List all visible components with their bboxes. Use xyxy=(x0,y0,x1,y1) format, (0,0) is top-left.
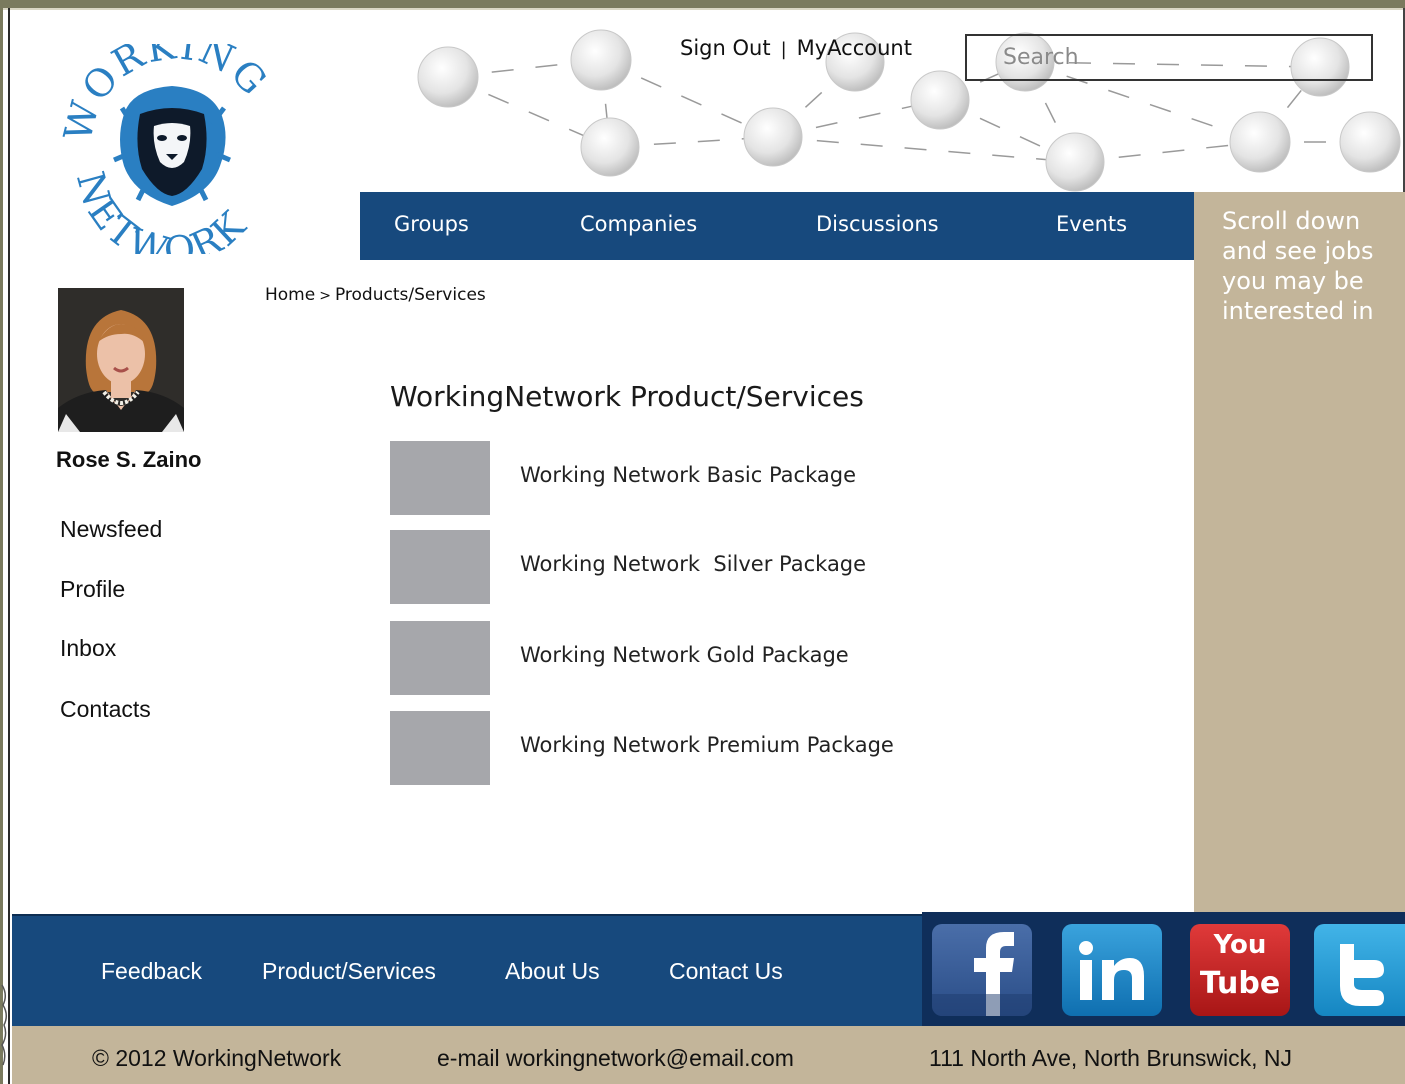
contact-email[interactable]: e-mail workingnetwork@email.com xyxy=(437,1045,794,1072)
product-label[interactable]: Working Network Basic Package xyxy=(520,463,856,487)
twitter-icon[interactable] xyxy=(1314,924,1405,1016)
breadcrumb-home[interactable]: Home xyxy=(265,285,315,305)
my-account-link[interactable]: MyAccount xyxy=(797,36,912,60)
product-premium[interactable]: Working Network Premium Package xyxy=(390,711,1010,785)
page-title: WorkingNetwork Product/Services xyxy=(390,380,864,413)
footer-link-feedback[interactable]: Feedback xyxy=(101,958,202,985)
frame-left-border xyxy=(0,8,3,1084)
nav-companies[interactable]: Companies xyxy=(580,212,697,236)
frame-top-border xyxy=(0,0,1405,8)
facebook-icon[interactable] xyxy=(932,924,1032,1016)
sidebar-item-contacts[interactable]: Contacts xyxy=(60,696,151,723)
contact-address: 111 North Ave, North Brunswick, NJ xyxy=(929,1045,1293,1071)
avatar[interactable] xyxy=(58,288,184,432)
product-thumbnail[interactable] xyxy=(390,621,490,695)
product-basic[interactable]: Working Network Basic Package xyxy=(390,441,1010,515)
profile-photo xyxy=(58,288,184,432)
lion-icon xyxy=(113,86,231,206)
linkedin-icon[interactable] xyxy=(1062,924,1162,1016)
product-silver[interactable]: Working Network Silver Package xyxy=(390,530,1010,604)
facebook-glyph xyxy=(932,932,1032,1016)
youtube-label-bottom: Tube xyxy=(1199,966,1281,1001)
twitter-glyph xyxy=(1340,944,1384,1006)
sidebar-item-profile[interactable]: Profile xyxy=(60,576,125,603)
nav-events[interactable]: Events xyxy=(1056,212,1127,236)
link-separator: | xyxy=(780,39,787,60)
jobs-sidebar-text: Scroll down and see jobs you may be inte… xyxy=(1222,207,1374,325)
copyright-bar: © 2012 WorkingNetwork e-mail workingnetw… xyxy=(12,1026,1405,1084)
product-label[interactable]: Working Network Gold Package xyxy=(520,643,849,667)
account-links: Sign Out | MyAccount xyxy=(680,36,912,60)
breadcrumb: Home > Products/Services xyxy=(265,285,486,305)
nav-groups[interactable]: Groups xyxy=(394,212,469,236)
search-input[interactable] xyxy=(965,34,1373,81)
sidebar-item-inbox[interactable]: Inbox xyxy=(60,635,116,662)
frame-left-line xyxy=(8,8,10,1084)
product-thumbnail[interactable] xyxy=(390,441,490,515)
sign-out-link[interactable]: Sign Out xyxy=(680,36,771,60)
product-label[interactable]: Working Network Premium Package xyxy=(520,733,894,757)
footer-link-contact[interactable]: Contact Us xyxy=(669,958,783,985)
footer-nav: Feedback Product/Services About Us Conta… xyxy=(12,914,922,1026)
main-nav: Groups Companies Discussions Events xyxy=(360,192,1194,260)
copyright-text: © 2012 WorkingNetwork xyxy=(92,1045,342,1071)
social-links: You Tube xyxy=(922,912,1405,1026)
decorative-mark xyxy=(1,984,7,1066)
working-network-logo[interactable]: WORKING NETWORK xyxy=(62,44,284,254)
breadcrumb-current: Products/Services xyxy=(334,285,486,305)
product-thumbnail[interactable] xyxy=(390,530,490,604)
youtube-icon[interactable]: You Tube xyxy=(1190,924,1290,1016)
breadcrumb-separator: > xyxy=(319,288,331,304)
nav-discussions[interactable]: Discussions xyxy=(816,212,939,236)
product-label[interactable]: Working Network Silver Package xyxy=(520,552,866,576)
profile-name[interactable]: Rose S. Zaino xyxy=(56,447,201,473)
product-gold[interactable]: Working Network Gold Package xyxy=(390,621,1010,695)
footer-link-products[interactable]: Product/Services xyxy=(262,958,436,985)
linkedin-glyph xyxy=(1079,941,1144,1000)
frame-top-highlight xyxy=(0,8,1405,10)
jobs-sidebar: Scroll down and see jobs you may be inte… xyxy=(1194,192,1405,914)
footer-link-about[interactable]: About Us xyxy=(505,958,600,985)
youtube-label-top: You xyxy=(1213,930,1267,960)
product-thumbnail[interactable] xyxy=(390,711,490,785)
sidebar-item-newsfeed[interactable]: Newsfeed xyxy=(60,516,162,543)
